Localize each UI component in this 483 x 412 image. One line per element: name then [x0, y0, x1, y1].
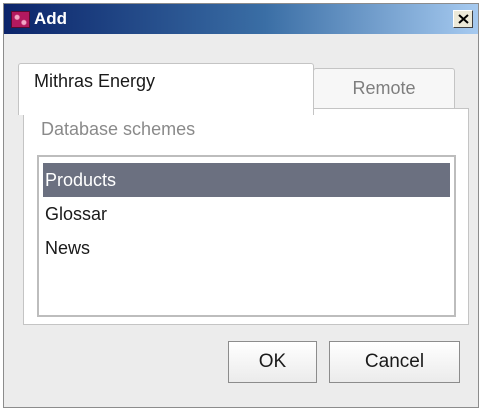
window-title: Add [34, 9, 68, 28]
title-bar[interactable]: Add [4, 4, 478, 34]
tab-mithras-energy[interactable]: Mithras Energy [18, 63, 314, 115]
close-button[interactable] [453, 10, 473, 28]
database-schemes-list[interactable]: Products Glossar News [37, 155, 456, 317]
list-item-news[interactable]: News [39, 231, 454, 265]
cancel-button[interactable]: Cancel [329, 341, 460, 383]
tab-remote[interactable]: Remote [313, 68, 455, 108]
ok-button[interactable]: OK [228, 341, 317, 383]
close-icon [457, 14, 469, 24]
app-logo-icon [11, 11, 30, 28]
database-schemes-label: Database schemes [41, 119, 196, 139]
list-item-products[interactable]: Products [43, 163, 450, 197]
list-item-glossar[interactable]: Glossar [39, 197, 454, 231]
